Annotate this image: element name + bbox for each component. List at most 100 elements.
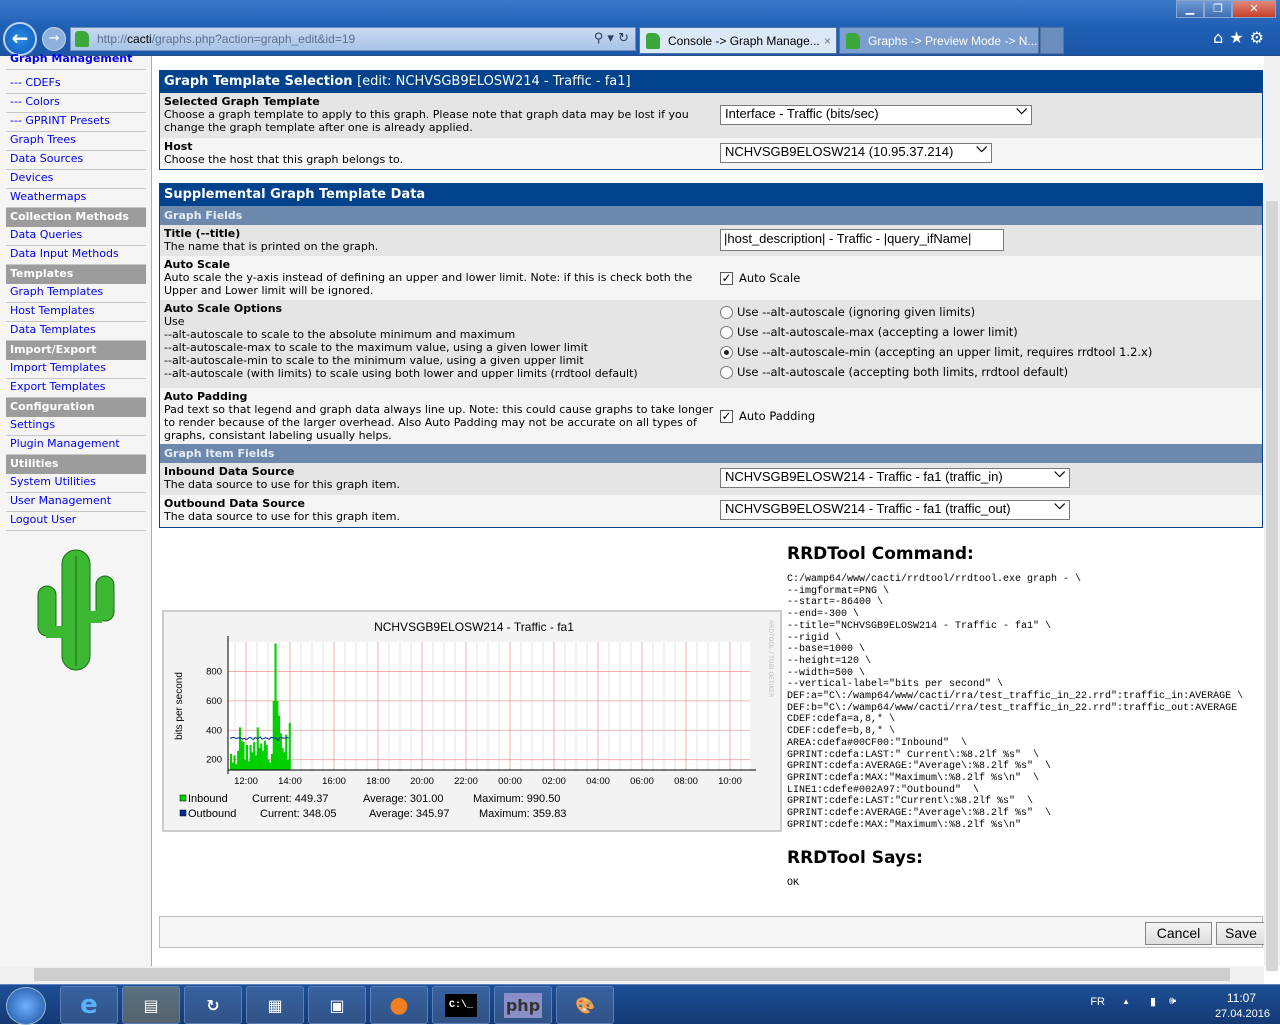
show-hidden-icons-icon[interactable]: ▲: [1122, 997, 1130, 1006]
inbound-bar: [279, 733, 282, 770]
forward-button[interactable]: →: [42, 27, 66, 51]
favorites-star-icon[interactable]: ★: [1229, 28, 1249, 47]
command-line: --height=120 \: [787, 655, 872, 667]
sidebar-item[interactable]: Weathermaps: [6, 189, 146, 208]
inbound-bar: [237, 750, 240, 770]
field-desc: Choose the host that this graph belongs …: [164, 153, 404, 166]
command-line: CDEF:cdefe=b,8,* \: [787, 726, 896, 738]
volume-icon[interactable]: 🕪: [1169, 995, 1176, 1008]
inbound-bar: [233, 755, 236, 770]
search-refresh-icon[interactable]: ⚲ ▾ ↻: [594, 31, 629, 46]
radio-button[interactable]: [720, 306, 733, 319]
radio-button[interactable]: [720, 326, 733, 339]
field-label: Auto Scale Options: [164, 302, 283, 315]
sidebar-item[interactable]: --- CDEFs: [6, 75, 146, 94]
php-icon[interactable]: php: [494, 986, 552, 1024]
scrollbar-thumb[interactable]: [1266, 201, 1278, 971]
auto-scale-checkbox[interactable]: ✓: [720, 272, 733, 285]
sidebar-item[interactable]: Plugin Management: [6, 436, 146, 455]
sidebar-item[interactable]: Export Templates: [6, 379, 146, 398]
main-content: Graph Template Selection [edit: NCHVSGB9…: [158, 56, 1266, 966]
address-bar[interactable]: http://cacti/graphs.php?action=graph_edi…: [70, 27, 636, 51]
checkbox-label: Auto Scale: [739, 271, 801, 285]
sidebar-item[interactable]: Logout User: [6, 512, 146, 531]
minimize-button[interactable]: ▁: [1176, 0, 1204, 18]
autoscale-option[interactable]: Use --alt-autoscale (accepting both limi…: [720, 366, 1152, 386]
sidebar-item[interactable]: Data Queries: [6, 227, 146, 246]
x-tick-label: 02:00: [542, 776, 566, 787]
cacti-favicon-icon: [846, 32, 860, 49]
clock-time[interactable]: 11:07: [1227, 991, 1256, 1005]
inbound-data-source-select[interactable]: NCHVSGB9ELOSW214 - Traffic - fa1 (traffi…: [720, 466, 1070, 488]
legend-swatch: [179, 809, 187, 817]
home-icon[interactable]: ⌂: [1213, 28, 1229, 47]
calculator-icon[interactable]: ▦: [246, 986, 304, 1024]
sidebar-item[interactable]: Data Templates: [6, 322, 146, 341]
field-label: Inbound Data Source: [164, 465, 295, 478]
firefox-icon[interactable]: ●: [370, 986, 428, 1024]
sidebar-item[interactable]: Host Templates: [6, 303, 146, 322]
inbound-bar: [262, 750, 265, 770]
sidebar-item[interactable]: System Utilities: [6, 474, 146, 493]
graph-template-selection-section: Graph Template Selection [edit: NCHVSGB9…: [159, 70, 1263, 170]
section-header: Supplemental Graph Template Data: [160, 184, 1262, 206]
autoscale-option[interactable]: Use --alt-autoscale-min (accepting an up…: [720, 346, 1152, 366]
file-explorer-icon[interactable]: ▤: [122, 986, 180, 1024]
tab-console[interactable]: Console -> Graph Manage... ×: [639, 27, 837, 54]
command-prompt-icon[interactable]: C:\_: [432, 986, 490, 1024]
subsection-header: Graph Item Fields: [160, 444, 1262, 463]
horizontal-scrollbar[interactable]: [0, 966, 1264, 984]
inbound-bar: [249, 744, 252, 770]
inbound-bar: [285, 734, 288, 770]
x-tick-label: 10:00: [718, 776, 742, 787]
sidebar-item[interactable]: Import Templates: [6, 360, 146, 379]
sidebar-item[interactable]: Graph Trees: [6, 132, 146, 151]
sidebar-item[interactable]: --- Colors: [6, 94, 146, 113]
tab-graphs[interactable]: Graphs -> Preview Mode -> N...: [839, 27, 1039, 54]
sidebar-item[interactable]: User Management: [6, 493, 146, 512]
command-line: --end=-300 \: [787, 609, 860, 621]
sidebar-item[interactable]: Data Input Methods: [6, 246, 146, 265]
autoscale-option[interactable]: Use --alt-autoscale (ignoring given limi…: [720, 306, 1152, 326]
sidebar-section-header: Configuration: [6, 398, 146, 417]
command-line: --title="NCHVSGB9ELOSW214 - Traffic - fa…: [787, 620, 1052, 632]
radio-button[interactable]: [720, 366, 733, 379]
host-select[interactable]: NCHVSGB9ELOSW214 (10.95.37.214): [720, 141, 992, 163]
close-window-button[interactable]: ✕: [1232, 0, 1276, 18]
sidebar-section-header: Collection Methods: [6, 208, 146, 227]
language-indicator[interactable]: FR: [1090, 996, 1105, 1008]
sidebar-item[interactable]: --- GPRINT Presets: [6, 113, 146, 132]
gear-icon[interactable]: ⚙: [1250, 28, 1270, 47]
x-tick-label: 22:00: [454, 776, 478, 787]
sidebar-item[interactable]: Data Sources: [6, 151, 146, 170]
sidebar-item[interactable]: Graph Management: [6, 51, 146, 70]
radio-button[interactable]: [720, 346, 733, 359]
vertical-scrollbar[interactable]: [1264, 56, 1280, 971]
graph-template-select[interactable]: Interface - Traffic (bits/sec): [720, 103, 1032, 125]
sidebar-item[interactable]: Settings: [6, 417, 146, 436]
paint-icon[interactable]: 🎨: [556, 986, 614, 1024]
internet-explorer-icon[interactable]: e: [60, 986, 118, 1024]
inbound-bar: [269, 762, 272, 770]
close-tab-icon[interactable]: ×: [824, 34, 831, 48]
rrdtool-says-title: RRDTool Says:: [787, 848, 923, 868]
autoscale-option[interactable]: Use --alt-autoscale-max (accepting a low…: [720, 326, 1152, 346]
sidebar-item[interactable]: Devices: [6, 170, 146, 189]
save-button[interactable]: Save: [1216, 922, 1266, 945]
scrollbar-thumb[interactable]: [34, 968, 1230, 981]
field-desc: --alt-autoscale-max to scale to the maxi…: [164, 341, 588, 354]
auto-padding-checkbox[interactable]: ✓: [720, 410, 733, 423]
clock-date[interactable]: 27.04.2016: [1215, 1008, 1270, 1020]
title-input[interactable]: |host_description| - Traffic - |query_if…: [720, 229, 1004, 251]
new-tab-button[interactable]: [1040, 27, 1064, 54]
field-desc: Pad text so that legend and graph data a…: [164, 403, 714, 442]
network-icon[interactable]: ▮: [1150, 995, 1156, 1008]
control-panel-icon[interactable]: ▣: [308, 986, 366, 1024]
inbound-bar: [244, 759, 247, 770]
outbound-data-source-select[interactable]: NCHVSGB9ELOSW214 - Traffic - fa1 (traffi…: [720, 498, 1070, 520]
start-button[interactable]: [6, 987, 46, 1025]
remote-app-icon[interactable]: ↻: [184, 986, 242, 1024]
maximize-button[interactable]: ❐: [1204, 0, 1232, 18]
cancel-button[interactable]: Cancel: [1145, 922, 1212, 945]
sidebar-item[interactable]: Graph Templates: [6, 284, 146, 303]
